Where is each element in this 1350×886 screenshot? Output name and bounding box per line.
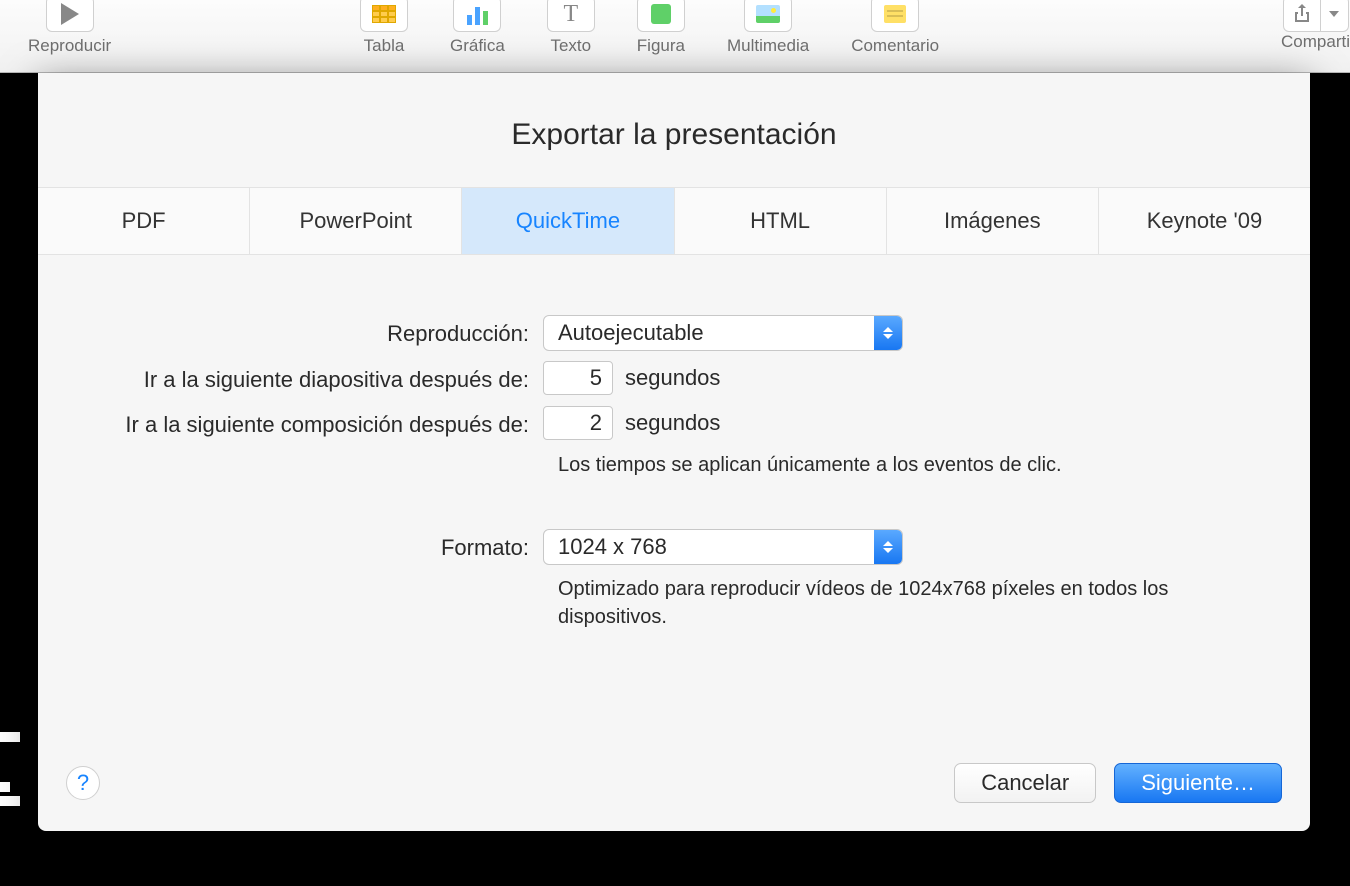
select-arrows-icon xyxy=(874,316,902,350)
tab-pdf[interactable]: PDF xyxy=(38,188,250,254)
format-select[interactable]: 1024 x 768 xyxy=(543,529,903,565)
select-arrows-icon-2 xyxy=(874,530,902,564)
toolbar-figura[interactable]: Figura xyxy=(627,0,695,56)
share-button-group: Comparti xyxy=(1281,0,1350,52)
playback-value: Autoejecutable xyxy=(544,320,874,346)
toolbar-comentario[interactable]: Comentario xyxy=(841,0,949,56)
toolbar-grafica[interactable]: Gráfica xyxy=(440,0,515,56)
text-icon: T xyxy=(547,0,595,32)
format-value: 1024 x 768 xyxy=(544,534,874,560)
play-icon xyxy=(46,0,94,32)
cancel-button[interactable]: Cancelar xyxy=(954,763,1096,803)
format-label: Formato: xyxy=(38,529,543,564)
dialog-title: Exportar la presentación xyxy=(38,73,1310,187)
tab-powerpoint[interactable]: PowerPoint xyxy=(250,188,462,254)
next-button[interactable]: Siguiente… xyxy=(1114,763,1282,803)
share-dropdown-icon[interactable] xyxy=(1321,0,1349,32)
tab-imagenes[interactable]: Imágenes xyxy=(887,188,1099,254)
shape-icon xyxy=(637,0,685,32)
export-dialog: Exportar la presentación PDF PowerPoint … xyxy=(38,73,1310,831)
share-label: Comparti xyxy=(1281,32,1350,52)
toolbar-multimedia[interactable]: Multimedia xyxy=(717,0,819,56)
table-icon xyxy=(360,0,408,32)
export-tabs: PDF PowerPoint QuickTime HTML Imágenes K… xyxy=(38,187,1310,255)
comment-icon xyxy=(871,0,919,32)
chart-icon xyxy=(453,0,501,32)
toolbar-texto[interactable]: T Texto xyxy=(537,0,605,56)
tab-quicktime[interactable]: QuickTime xyxy=(462,188,674,254)
format-note: Optimizado para reproducir vídeos de 102… xyxy=(558,575,1310,631)
help-icon: ? xyxy=(77,770,89,796)
help-button[interactable]: ? xyxy=(66,766,100,800)
next-build-input[interactable] xyxy=(543,406,613,440)
toolbar-tabla[interactable]: Tabla xyxy=(350,0,418,56)
playback-select[interactable]: Autoejecutable xyxy=(543,315,903,351)
tab-keynote09[interactable]: Keynote '09 xyxy=(1099,188,1310,254)
main-toolbar: Reproducir Tabla Gráfica T Texto Figura xyxy=(0,0,1350,73)
tab-html[interactable]: HTML xyxy=(675,188,887,254)
media-icon xyxy=(744,0,792,32)
seconds-unit: segundos xyxy=(625,365,720,391)
seconds-unit-2: segundos xyxy=(625,410,720,436)
playback-label: Reproducción: xyxy=(38,315,543,350)
play-button[interactable]: Reproducir xyxy=(18,0,121,56)
next-build-label: Ir a la siguiente composición después de… xyxy=(38,406,543,441)
play-label: Reproducir xyxy=(28,36,111,56)
next-slide-label: Ir a la siguiente diapositiva después de… xyxy=(38,361,543,396)
share-icon[interactable] xyxy=(1283,0,1321,32)
next-slide-input[interactable] xyxy=(543,361,613,395)
timing-note: Los tiempos se aplican únicamente a los … xyxy=(558,451,1310,479)
